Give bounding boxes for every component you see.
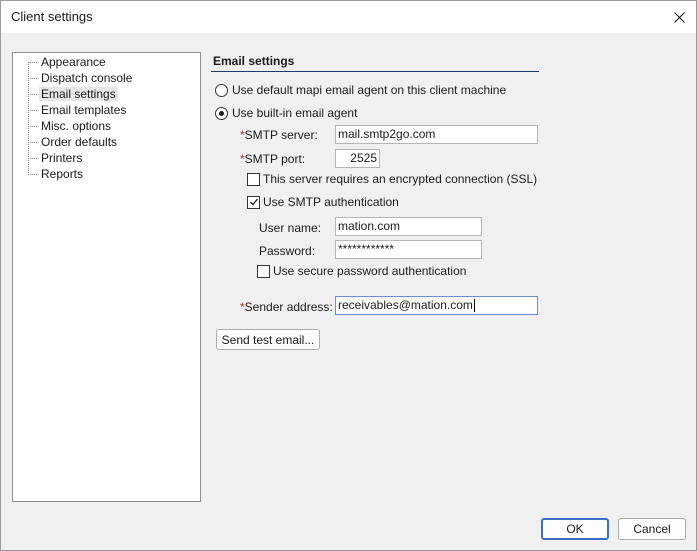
send-test-email-button[interactable]: Send test email... (216, 329, 320, 350)
smtp-auth-checkbox[interactable]: Use SMTP authentication (247, 195, 399, 209)
tree-item-label: Dispatch console (41, 71, 133, 85)
sender-address-value: receivables@mation.com (338, 298, 473, 312)
tree-item-label: Reports (41, 167, 84, 181)
ssl-checkbox[interactable]: This server requires an encrypted connec… (247, 172, 537, 186)
sender-address-label: *Sender address: (240, 300, 333, 314)
smtp-auth-label: Use SMTP authentication (263, 195, 399, 209)
tree-item-label: Email settings (39, 87, 118, 101)
tree-item-label: Order defaults (41, 135, 118, 149)
settings-tree[interactable]: Appearance Dispatch console Email settin… (12, 52, 201, 502)
secure-auth-label: Use secure password authentication (273, 264, 467, 278)
secure-auth-checkbox[interactable]: Use secure password authentication (257, 264, 466, 278)
ssl-label: This server requires an encrypted connec… (263, 172, 538, 186)
radio-off-icon (215, 83, 228, 97)
tree-item-order-defaults[interactable]: Order defaults (28, 134, 119, 150)
window-title: Client settings (11, 9, 93, 24)
sender-address-input[interactable]: receivables@mation.com (335, 296, 538, 315)
smtp-server-label: *SMTP server: (240, 128, 318, 142)
username-input[interactable]: mation.com (335, 217, 482, 236)
tree-item-label: Printers (41, 151, 83, 165)
password-input[interactable]: ************ (335, 240, 482, 259)
checkbox-checked-icon (247, 195, 260, 209)
section-divider (211, 71, 539, 72)
section-title: Email settings (213, 54, 295, 68)
cancel-button[interactable]: Cancel (618, 518, 686, 540)
tree-item-email-settings[interactable]: Email settings (28, 86, 118, 102)
tree-item-label: Email templates (41, 103, 127, 117)
tree-item-printers[interactable]: Printers (28, 150, 84, 166)
ok-button[interactable]: OK (541, 518, 609, 540)
radio-builtin-agent[interactable]: Use built-in email agent (215, 106, 357, 120)
smtp-port-input[interactable]: 2525 (335, 149, 380, 168)
radio-builtin-label: Use built-in email agent (232, 106, 358, 120)
radio-mapi-label: Use default mapi email agent on this cli… (232, 83, 507, 97)
close-button[interactable] (662, 1, 696, 33)
checkbox-unchecked-icon (257, 264, 270, 278)
tree-item-dispatch-console[interactable]: Dispatch console (28, 70, 134, 86)
tree-item-appearance[interactable]: Appearance (28, 54, 108, 70)
title-bar: Client settings (1, 1, 696, 33)
tree-item-reports[interactable]: Reports (28, 166, 85, 182)
tree-item-label: Appearance (41, 55, 106, 69)
username-label: User name: (259, 221, 322, 235)
checkbox-unchecked-icon (247, 172, 260, 186)
text-caret (473, 299, 475, 313)
tree-item-misc-options[interactable]: Misc. options (28, 118, 113, 134)
smtp-port-label: *SMTP port: (240, 152, 306, 166)
smtp-server-input[interactable]: mail.smtp2go.com (335, 125, 538, 144)
password-label: Password: (259, 244, 316, 258)
close-icon (673, 11, 685, 23)
tree-item-label: Misc. options (41, 119, 112, 133)
radio-on-icon (215, 106, 228, 120)
radio-mapi-agent[interactable]: Use default mapi email agent on this cli… (215, 83, 506, 97)
client-settings-dialog: Client settings Appearance Dispatch cons… (0, 0, 697, 551)
tree-item-email-templates[interactable]: Email templates (28, 102, 128, 118)
